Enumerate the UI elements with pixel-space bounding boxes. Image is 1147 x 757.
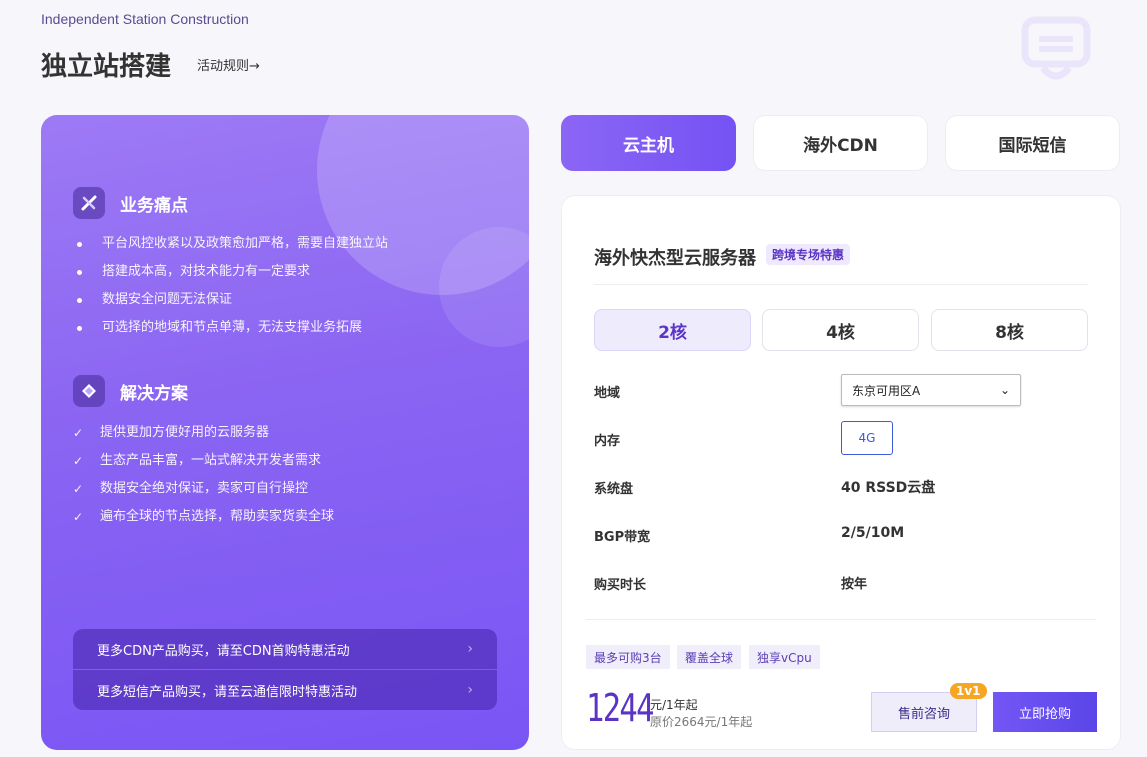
region-select[interactable]: 东京可用区A ⌄ <box>841 374 1021 406</box>
tool-icon <box>73 187 105 219</box>
price-unit: 元/1年起 <box>650 698 698 712</box>
core-option-4[interactable]: 4核 <box>762 309 919 351</box>
original-price: 原价2664元/1年起 <box>650 715 753 729</box>
region-label: 地域 <box>594 386 621 401</box>
check-icon: ✓ <box>73 510 84 524</box>
list-item-text: 搭建成本高，对技术能力有一定要求 <box>102 264 311 279</box>
list-item-text: 数据安全绝对保证，卖家可自行操控 <box>100 481 309 496</box>
solutions-header: 解决方案 <box>73 375 188 407</box>
list-item: 数据安全问题无法保证 <box>73 286 388 314</box>
bullet-icon <box>77 325 82 331</box>
pain-points-title: 业务痛点 <box>120 195 188 216</box>
activity-rules-link[interactable]: 活动规则→ <box>197 55 260 74</box>
disk-label: 系统盘 <box>594 482 634 497</box>
chevron-right-icon: › <box>467 682 473 698</box>
duration-label: 购买时长 <box>594 578 647 593</box>
chevron-right-icon: › <box>467 641 473 657</box>
bandwidth-label: BGP带宽 <box>594 530 651 545</box>
region-value: 东京可用区A <box>852 383 921 398</box>
bullet-icon <box>77 241 82 247</box>
cdn-promo-link[interactable]: 更多CDN产品购买，请至CDN首购特惠活动 › <box>73 629 497 669</box>
list-item: 可选择的地域和节点单薄，无法支撑业务拓展 <box>73 314 388 342</box>
buy-now-button[interactable]: 立即抢购 <box>993 692 1097 732</box>
core-option-8[interactable]: 8核 <box>931 309 1088 351</box>
bullet-icon <box>77 269 82 275</box>
price-value: 1244 <box>586 686 654 730</box>
page-subtitle-en: Independent Station Construction <box>41 11 249 27</box>
list-item: ✓ 数据安全绝对保证，卖家可自行操控 <box>73 475 334 503</box>
list-item-text: 平台风控收紧以及政策愈加严格，需要自建独立站 <box>102 236 389 251</box>
promo-text: 更多短信产品购买，请至云通信限时特惠活动 <box>97 684 358 700</box>
tab-overseas-cdn[interactable]: 海外CDN <box>753 115 928 171</box>
one-on-one-badge: 1v1 <box>950 683 987 699</box>
bullet-icon <box>77 297 82 303</box>
list-item-text: 生态产品丰富，一站式解决开发者需求 <box>100 453 322 468</box>
promo-badge: 跨境专场特惠 <box>766 244 851 265</box>
list-item: ✓ 提供更加方便好用的云服务器 <box>73 419 334 447</box>
monitor-logo-icon <box>1021 16 1091 82</box>
product-card: 海外快杰型云服务器 跨境专场特惠 2核 4核 8核 地域 东京可用区A ⌄ 内存… <box>561 195 1121 750</box>
check-icon: ✓ <box>73 454 84 468</box>
diamond-icon <box>73 375 105 407</box>
list-item-text: 数据安全问题无法保证 <box>102 292 233 307</box>
check-icon: ✓ <box>73 426 84 440</box>
list-item: ✓ 遍布全球的节点选择，帮助卖家货卖全球 <box>73 503 334 531</box>
check-icon: ✓ <box>73 482 84 496</box>
bandwidth-value: 2/5/10M <box>841 525 905 541</box>
chevron-down-icon: ⌄ <box>999 383 1010 397</box>
memory-option-4g[interactable]: 4G <box>841 421 893 455</box>
promo-text: 更多CDN产品购买，请至CDN首购特惠活动 <box>97 643 350 659</box>
solutions-list: ✓ 提供更加方便好用的云服务器 ✓ 生态产品丰富，一站式解决开发者需求 ✓ 数据安全绝… <box>73 419 334 531</box>
list-item: 平台风控收紧以及政策愈加严格，需要自建独立站 <box>73 230 388 258</box>
info-panel: 业务痛点 平台风控收紧以及政策愈加严格，需要自建独立站 搭建成本高，对技术能力有… <box>41 115 529 750</box>
duration-value: 按年 <box>841 577 868 592</box>
pain-points-list: 平台风控收紧以及政策愈加严格，需要自建独立站 搭建成本高，对技术能力有一定要求 … <box>73 230 388 342</box>
core-option-2[interactable]: 2核 <box>594 309 751 351</box>
list-item: ✓ 生态产品丰富，一站式解决开发者需求 <box>73 447 334 475</box>
tab-intl-sms[interactable]: 国际短信 <box>945 115 1120 171</box>
disk-value: 40 RSSD云盘 <box>841 480 936 496</box>
sms-promo-link[interactable]: 更多短信产品购买，请至云通信限时特惠活动 › <box>73 670 497 710</box>
list-item-text: 提供更加方便好用的云服务器 <box>100 425 270 440</box>
product-title: 海外快杰型云服务器 <box>594 248 756 269</box>
feature-tag: 独享vCpu <box>749 645 820 669</box>
page-title: 独立站搭建 <box>41 52 172 82</box>
divider <box>586 619 1096 620</box>
list-item: 搭建成本高，对技术能力有一定要求 <box>73 258 388 286</box>
divider <box>594 284 1088 285</box>
tab-cloud-host[interactable]: 云主机 <box>561 115 736 171</box>
solutions-title: 解决方案 <box>120 383 188 404</box>
memory-label: 内存 <box>594 434 621 449</box>
list-item-text: 遍布全球的节点选择，帮助卖家货卖全球 <box>100 509 335 524</box>
list-item-text: 可选择的地域和节点单薄，无法支撑业务拓展 <box>102 320 363 335</box>
feature-tag: 最多可购3台 <box>586 645 670 669</box>
feature-tag: 覆盖全球 <box>677 645 742 669</box>
pain-points-header: 业务痛点 <box>73 187 188 219</box>
